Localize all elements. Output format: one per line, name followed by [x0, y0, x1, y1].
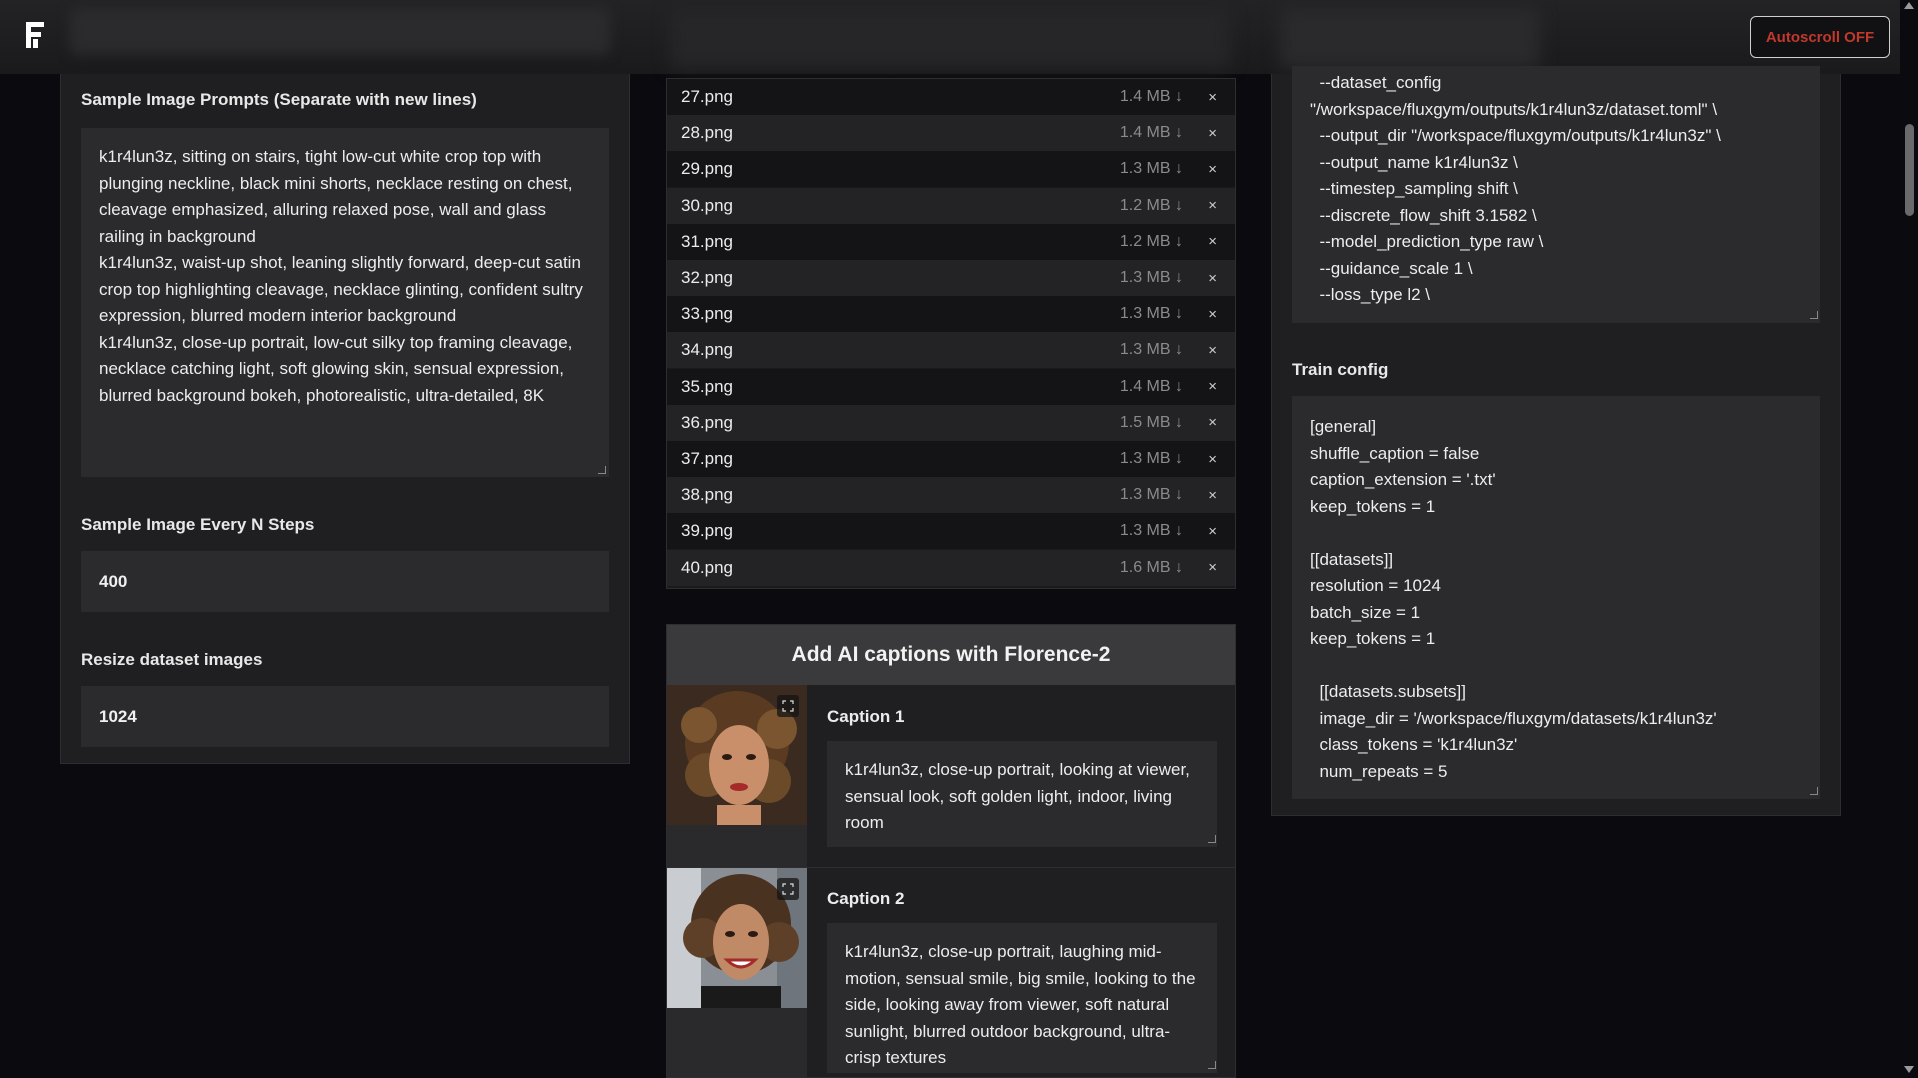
file-size-download-link[interactable]: 1.2 MB ↓ — [1120, 197, 1183, 215]
file-row[interactable]: 31.png 1.2 MB ↓ × — [667, 223, 1235, 260]
sample-steps-label: Sample Image Every N Steps — [81, 515, 315, 534]
file-size-download-link[interactable]: 1.3 MB ↓ — [1120, 269, 1183, 287]
file-name: 27.png — [681, 87, 733, 106]
file-size-download-link[interactable]: 1.2 MB ↓ — [1120, 233, 1183, 251]
add-ai-captions-button[interactable]: Add AI captions with Florence-2 — [667, 625, 1235, 685]
close-icon[interactable]: × — [1208, 161, 1217, 178]
top-header — [0, 0, 1900, 74]
close-icon[interactable]: × — [1208, 487, 1217, 504]
close-icon[interactable]: × — [1208, 89, 1217, 106]
page-scrollbar[interactable] — [1900, 0, 1918, 1078]
resize-grip-icon[interactable] — [1810, 787, 1818, 795]
file-size-download-link[interactable]: 1.3 MB ↓ — [1120, 341, 1183, 359]
caption-1-label: Caption 1 — [827, 707, 905, 726]
caption-1-textarea[interactable]: k1r4lun3z, close-up portrait, looking at… — [827, 741, 1217, 847]
file-size-download-link[interactable]: 1.3 MB ↓ — [1120, 305, 1183, 323]
uploaded-files-list: 27.png 1.4 MB ↓ × 28.png 1.4 MB ↓ × 29.png 1.3 … — [666, 78, 1236, 589]
prompts-label: Sample Image Prompts (Separate with new … — [81, 90, 477, 109]
resize-grip-icon[interactable] — [1208, 835, 1216, 843]
sample-prompts-textarea[interactable]: k1r4lun3z, sitting on stairs, tight low-… — [81, 128, 609, 477]
sample-steps-input[interactable]: 400 — [81, 551, 609, 612]
file-row[interactable]: 32.png 1.3 MB ↓ × — [667, 260, 1235, 296]
file-name: 36.png — [681, 412, 733, 432]
close-icon[interactable]: × — [1208, 233, 1217, 250]
blurred-header-region — [1280, 8, 1540, 68]
file-size-download-link[interactable]: 1.3 MB ↓ — [1120, 522, 1183, 540]
blurred-header-region — [670, 8, 1230, 68]
blurred-header-region — [70, 8, 610, 54]
file-name: 33.png — [681, 304, 733, 324]
caption-image-2[interactable] — [667, 868, 807, 1008]
file-name: 38.png — [681, 485, 733, 505]
file-row[interactable]: 29.png 1.3 MB ↓ × — [667, 151, 1235, 188]
file-name: 32.png — [681, 268, 733, 287]
file-size-download-link[interactable]: 1.3 MB ↓ — [1120, 486, 1183, 504]
caption-2-textarea[interactable]: k1r4lun3z, close-up portrait, laughing m… — [827, 923, 1217, 1073]
scrollbar-thumb[interactable] — [1905, 124, 1914, 216]
training-script-textarea[interactable]: --dataset_config "/workspace/fluxgym/out… — [1292, 66, 1820, 323]
train-config-textarea[interactable]: [general] shuffle_caption = false captio… — [1292, 396, 1820, 799]
file-size-download-link[interactable]: 1.4 MB ↓ — [1120, 378, 1183, 396]
resize-grip-icon[interactable] — [1208, 1061, 1216, 1069]
resize-grip-icon[interactable] — [1810, 311, 1818, 319]
file-size-download-link[interactable]: 1.4 MB ↓ — [1120, 88, 1183, 106]
caption-image-1[interactable] — [667, 685, 807, 825]
file-name: 34.png — [681, 340, 733, 360]
close-icon[interactable]: × — [1208, 306, 1217, 323]
close-icon[interactable]: × — [1208, 378, 1217, 395]
autoscroll-toggle-button[interactable]: Autoscroll OFF — [1750, 16, 1890, 58]
file-size-download-link[interactable]: 1.6 MB ↓ — [1120, 559, 1183, 577]
file-row[interactable]: 39.png 1.3 MB ↓ × — [667, 513, 1235, 550]
file-row[interactable]: 38.png 1.3 MB ↓ × — [667, 477, 1235, 514]
logo-icon[interactable] — [24, 20, 50, 54]
close-icon[interactable]: × — [1208, 125, 1217, 142]
expand-icon[interactable] — [777, 695, 799, 717]
close-icon[interactable]: × — [1208, 559, 1217, 576]
file-row[interactable]: 37.png 1.3 MB ↓ × — [667, 441, 1235, 477]
resize-grip-icon[interactable] — [598, 466, 606, 474]
file-row[interactable]: 34.png 1.3 MB ↓ × — [667, 332, 1235, 369]
file-name: 40.png — [681, 557, 733, 577]
file-size-download-link[interactable]: 1.4 MB ↓ — [1120, 124, 1183, 142]
file-row[interactable]: 33.png 1.3 MB ↓ × — [667, 296, 1235, 333]
scroll-down-arrow-icon[interactable] — [1904, 1066, 1914, 1073]
resize-dataset-input[interactable]: 1024 — [81, 686, 609, 747]
file-size-download-link[interactable]: 1.3 MB ↓ — [1120, 450, 1183, 468]
file-name: 39.png — [681, 521, 733, 541]
expand-icon[interactable] — [777, 878, 799, 900]
file-size-download-link[interactable]: 1.3 MB ↓ — [1120, 160, 1183, 178]
file-name: 28.png — [681, 123, 733, 143]
file-row[interactable]: 28.png 1.4 MB ↓ × — [667, 115, 1235, 152]
close-icon[interactable]: × — [1208, 414, 1217, 431]
caption-2-label: Caption 2 — [827, 889, 905, 908]
file-row[interactable]: 40.png 1.6 MB ↓ × — [667, 549, 1235, 586]
close-icon[interactable]: × — [1208, 197, 1217, 214]
file-row[interactable]: 27.png 1.4 MB ↓ × — [667, 79, 1235, 115]
file-name: 30.png — [681, 195, 733, 215]
resize-dataset-label: Resize dataset images — [81, 650, 263, 669]
scroll-up-arrow-icon[interactable] — [1904, 2, 1914, 9]
file-name: 29.png — [681, 159, 733, 179]
file-row[interactable]: 30.png 1.2 MB ↓ × — [667, 187, 1235, 224]
close-icon[interactable]: × — [1208, 270, 1217, 287]
close-icon[interactable]: × — [1208, 523, 1217, 540]
file-name: 37.png — [681, 449, 733, 468]
file-name: 31.png — [681, 231, 733, 251]
file-row[interactable]: 36.png 1.5 MB ↓ × — [667, 404, 1235, 441]
close-icon[interactable]: × — [1208, 342, 1217, 359]
file-row[interactable]: 35.png 1.4 MB ↓ × — [667, 368, 1235, 405]
file-size-download-link[interactable]: 1.5 MB ↓ — [1120, 414, 1183, 432]
train-config-label: Train config — [1292, 360, 1389, 379]
close-icon[interactable]: × — [1208, 451, 1217, 468]
florence-caption-panel: Add AI captions with Florence-2 Caption … — [666, 624, 1236, 1078]
file-name: 35.png — [681, 376, 733, 396]
